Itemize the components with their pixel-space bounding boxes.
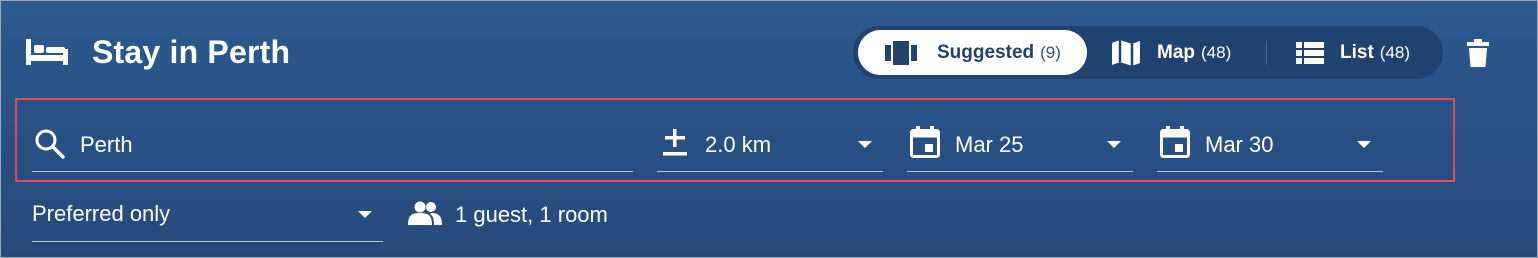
tab-list[interactable]: List (48) [1296, 30, 1436, 75]
radius-value: 2.0 km [705, 132, 772, 157]
plus-minus-icon [663, 129, 687, 156]
tab-list-count: (48) [1379, 42, 1411, 62]
calendar-icon [1160, 126, 1190, 158]
tab-map-label: Map [1157, 41, 1195, 63]
tab-list-label: List [1340, 41, 1374, 63]
tab-suggested-label: Suggested [937, 41, 1035, 63]
tab-suggested[interactable]: Suggested (9) [858, 30, 1087, 75]
preference-value: Preferred only [32, 201, 171, 226]
radius-dropdown-icon[interactable] [858, 141, 872, 148]
checkout-value: Mar 30 [1205, 132, 1274, 157]
tab-map[interactable]: Map (48) [1111, 30, 1261, 75]
guests-rooms-button[interactable]: 1 guest, 1 room [455, 202, 608, 228]
carousel-icon [885, 40, 917, 65]
calendar-icon [910, 126, 940, 158]
location-value: Perth [80, 132, 133, 157]
trash-icon[interactable] [1467, 39, 1489, 67]
search-panel: Stay in Perth Suggested (9) Map (48) Lis… [0, 0, 1538, 258]
tab-divider [1266, 41, 1267, 65]
tab-map-count: (48) [1201, 42, 1232, 62]
checkout-dropdown-icon[interactable] [1357, 141, 1371, 148]
list-icon [1296, 41, 1324, 64]
checkin-value: Mar 25 [955, 132, 1024, 157]
preference-dropdown-icon[interactable] [358, 211, 372, 218]
checkin-dropdown-icon[interactable] [1107, 141, 1121, 148]
view-toggle: Suggested (9) Map (48) List (48) [853, 26, 1443, 79]
bed-icon [26, 39, 68, 65]
map-icon [1112, 39, 1140, 66]
page-title: Stay in Perth [92, 34, 291, 70]
tab-suggested-count: (9) [1040, 42, 1061, 62]
search-icon [35, 129, 65, 159]
people-icon [408, 201, 442, 225]
